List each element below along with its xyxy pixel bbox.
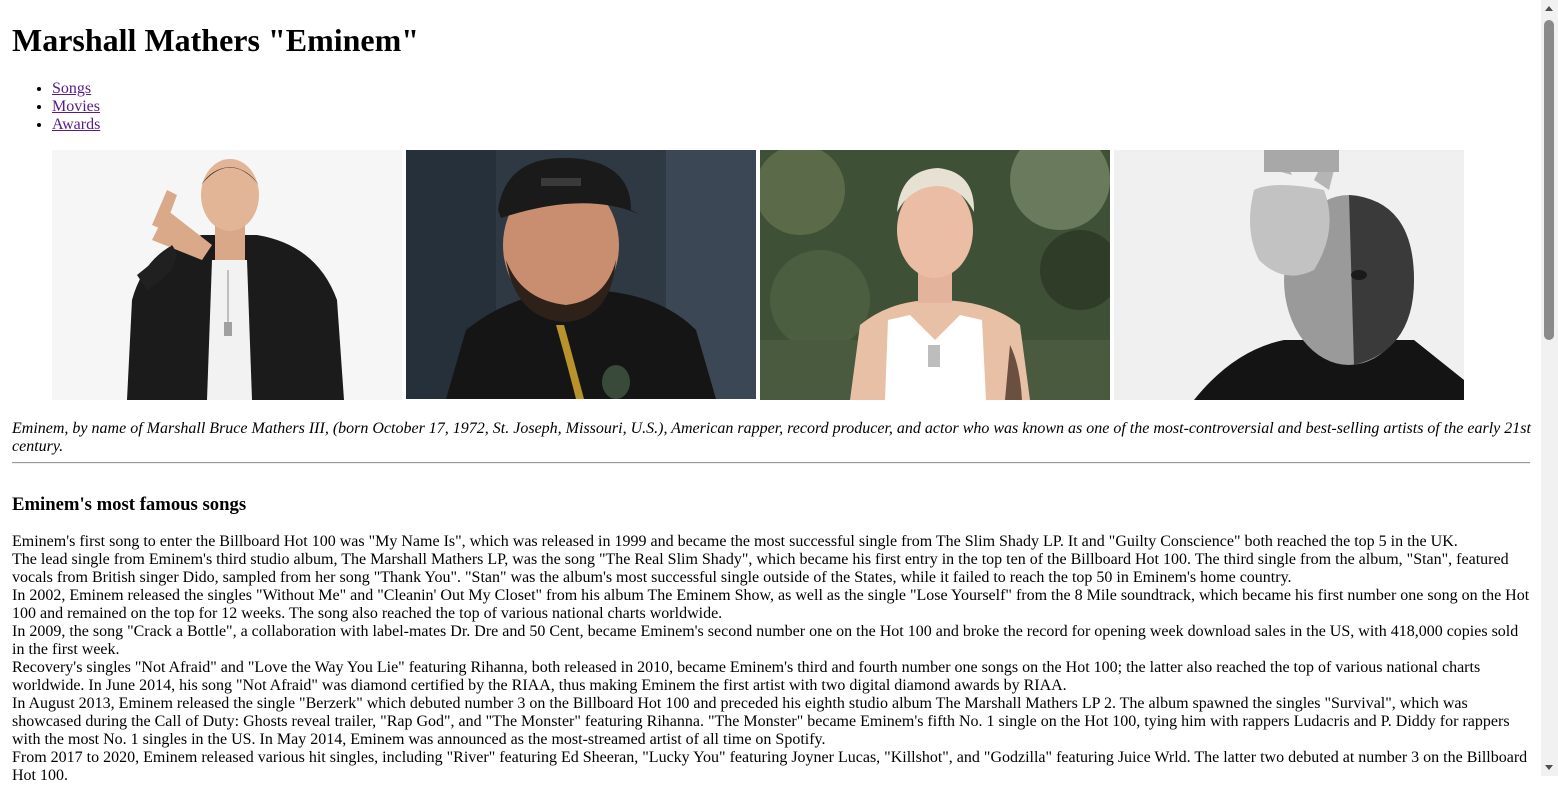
songs-paragraph: From 2017 to 2020, Eminem released vario… xyxy=(12,749,1528,784)
scroll-down-arrow-icon[interactable] xyxy=(1545,765,1553,770)
nav-link-awards[interactable]: Awards xyxy=(52,116,100,133)
photo-bw-gesture xyxy=(1114,150,1464,400)
nav-item-awards: Awards xyxy=(52,116,100,134)
nav-list: Songs Movies Awards xyxy=(12,80,100,134)
nav-item-songs: Songs xyxy=(52,80,100,98)
songs-paragraph: In August 2013, Eminem released the sing… xyxy=(12,695,1510,748)
photo-gallery xyxy=(52,150,1464,400)
songs-paragraph: In 2002, Eminem released the singles "Wi… xyxy=(12,587,1530,622)
songs-paragraph: Recovery's singles "Not Afraid" and "Lov… xyxy=(12,659,1481,694)
songs-heading: Eminem's most famous songs xyxy=(12,494,247,515)
scroll-up-arrow-icon[interactable] xyxy=(1545,6,1553,11)
page-title: Marshall Mathers "Eminem" xyxy=(12,22,420,58)
songs-content: Eminem's first song to enter the Billboa… xyxy=(12,533,1532,785)
photo-tank-top xyxy=(760,150,1110,400)
photo-cap-beard xyxy=(406,150,756,399)
nav-link-movies[interactable]: Movies xyxy=(52,98,100,115)
songs-paragraph: The lead single from Eminem's third stud… xyxy=(12,551,1509,586)
section-divider xyxy=(12,462,1530,464)
nav-link-songs[interactable]: Songs xyxy=(52,80,91,97)
nav-item-movies: Movies xyxy=(52,98,100,116)
songs-paragraph: Eminem's first song to enter the Billboa… xyxy=(12,533,1458,550)
vertical-scrollbar[interactable] xyxy=(1541,0,1558,776)
photo-leather-jacket xyxy=(52,150,402,400)
intro-text: Eminem, by name of Marshall Bruce Mather… xyxy=(12,420,1531,455)
songs-paragraph: In 2009, the song "Crack a Bottle", a co… xyxy=(12,623,1519,658)
scrollbar-thumb[interactable] xyxy=(1544,20,1554,340)
